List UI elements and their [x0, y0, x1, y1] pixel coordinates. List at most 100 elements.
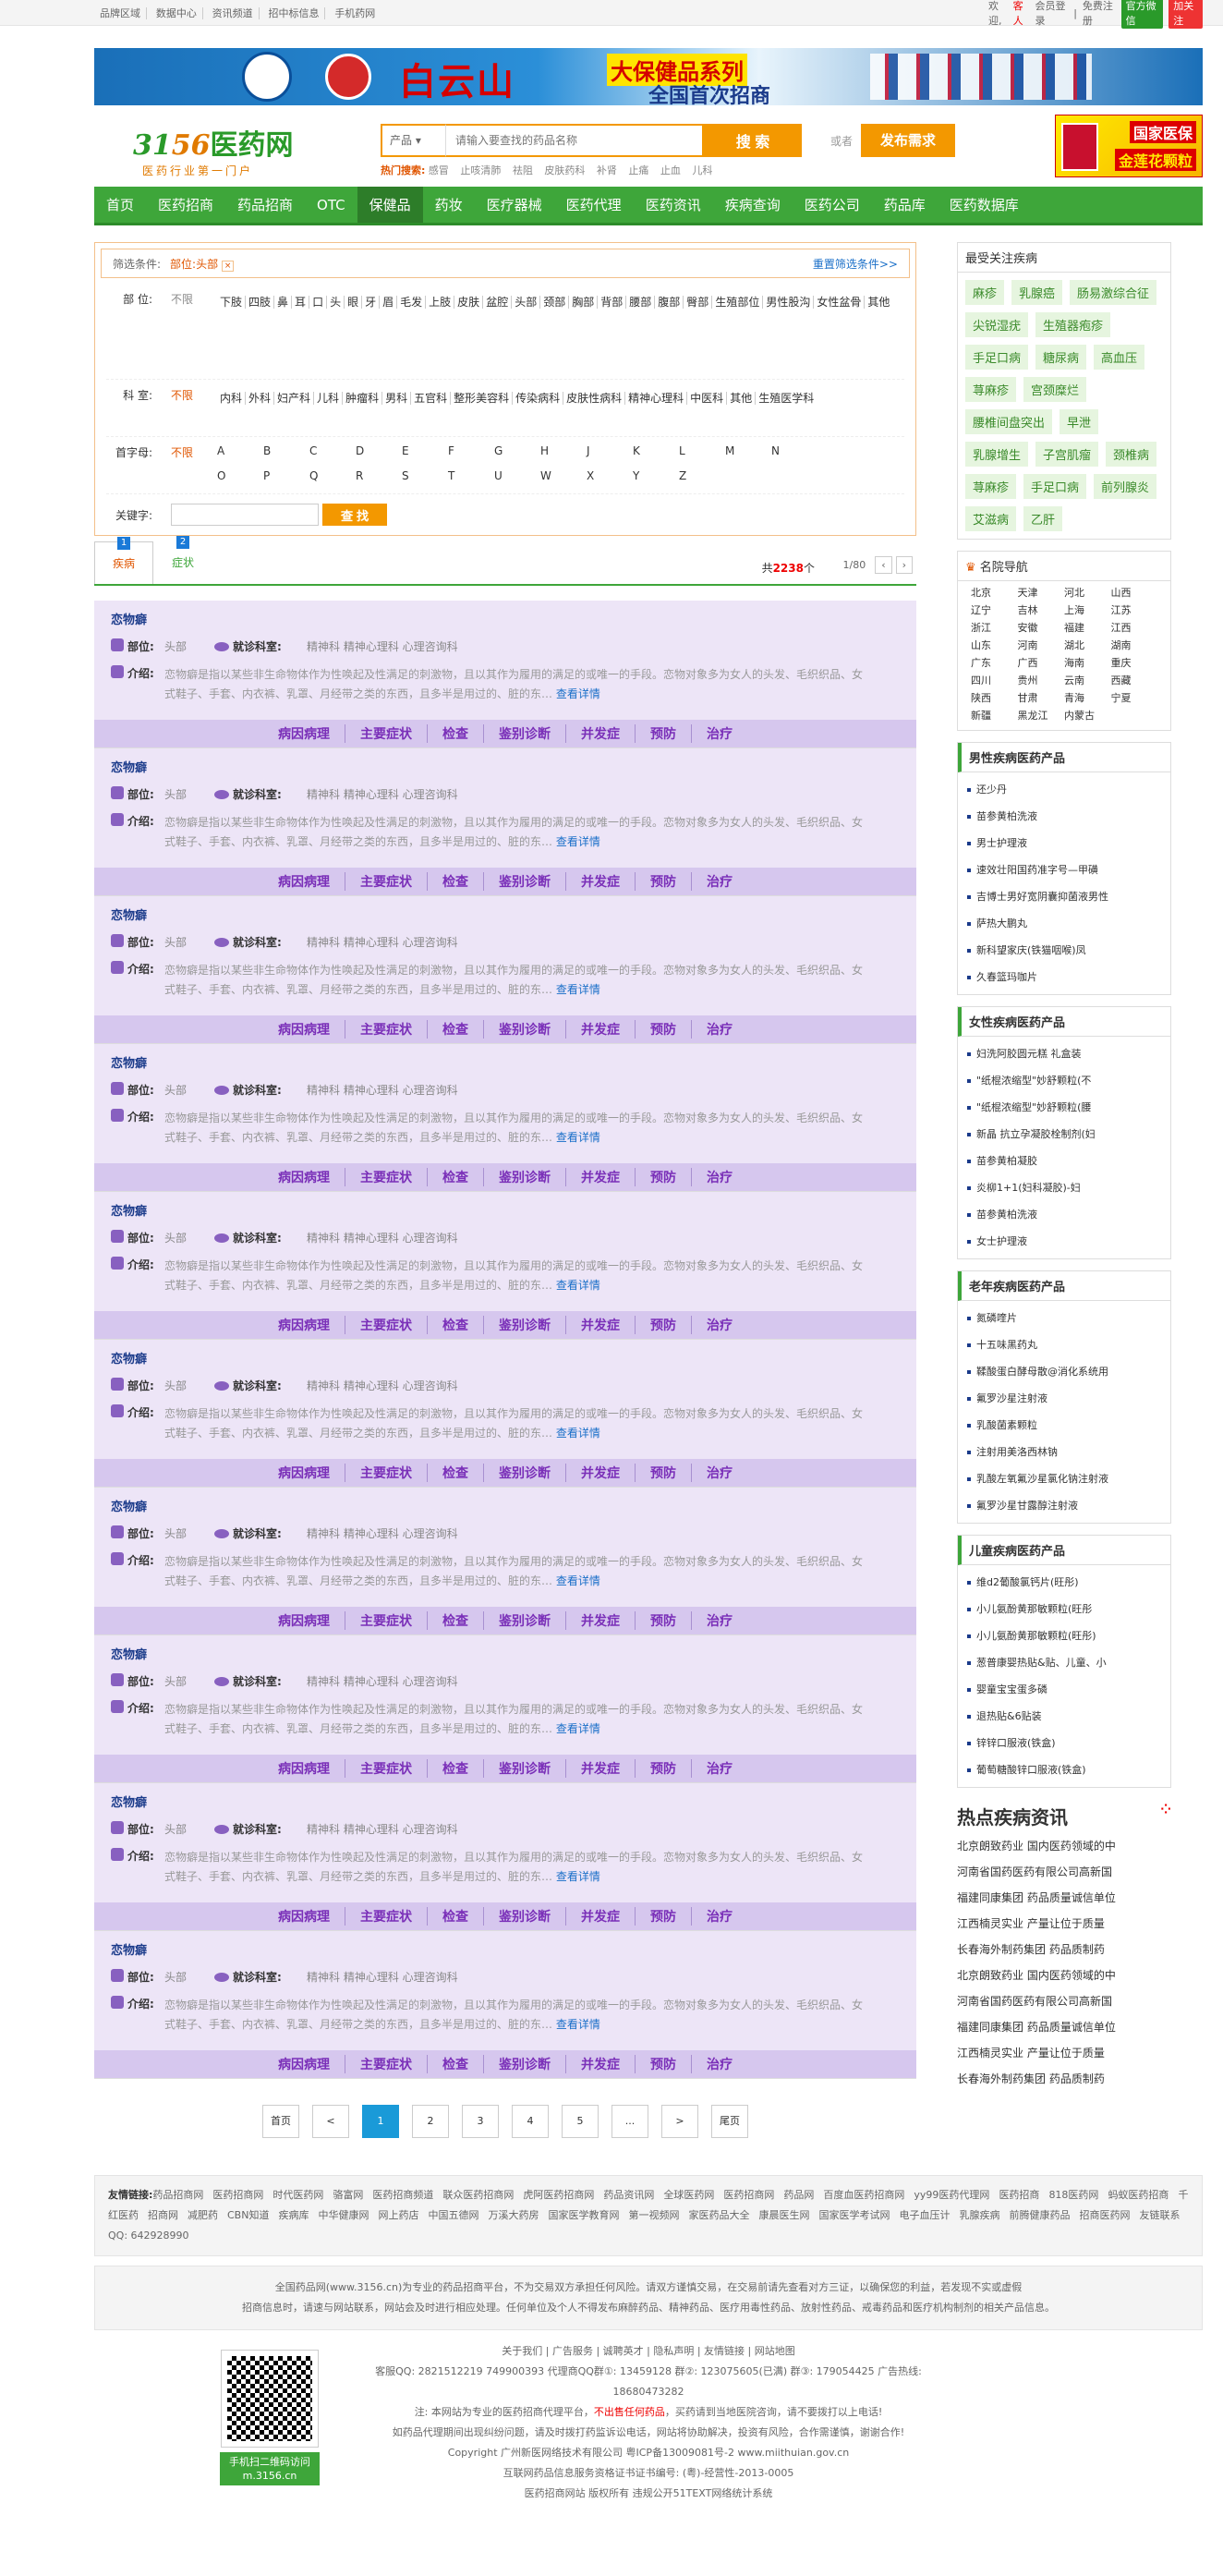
- section-link[interactable]: 病因病理: [263, 724, 345, 743]
- section-link[interactable]: 治疗: [692, 1907, 747, 1926]
- disease-name[interactable]: 恋物癖: [111, 1053, 900, 1071]
- product-link[interactable]: 氟罗沙星甘露醇注射液: [967, 1492, 1161, 1519]
- product-link[interactable]: 小儿氨酚黄那敏颗粒(旺彤: [967, 1596, 1161, 1622]
- prev-page-icon[interactable]: ‹: [875, 556, 892, 574]
- footer-links[interactable]: 关于我们 | 广告服务 | 诚聘英才 | 隐私声明 | 友情链接 | 网站地图: [371, 2341, 926, 2362]
- part-all-option[interactable]: 不限: [171, 291, 217, 371]
- section-link[interactable]: 治疗: [692, 1611, 747, 1630]
- disease-name[interactable]: 恋物癖: [111, 610, 900, 627]
- nav-item[interactable]: 保健品: [357, 187, 423, 223]
- section-link[interactable]: 病因病理: [263, 2055, 345, 2073]
- part-option[interactable]: 口: [309, 296, 328, 309]
- province-link[interactable]: 云南: [1064, 673, 1111, 687]
- section-link[interactable]: 预防: [636, 1020, 692, 1039]
- friend-link[interactable]: 乳腺疾病: [959, 2209, 999, 2221]
- focus-disease-tag[interactable]: 乳腺增生: [965, 442, 1029, 467]
- section-link[interactable]: 检查: [428, 1020, 484, 1039]
- dept-option[interactable]: 男科: [382, 392, 412, 405]
- section-link[interactable]: 鉴别诊断: [484, 1464, 566, 1482]
- part-option[interactable]: 毛发: [397, 296, 427, 309]
- section-link[interactable]: 检查: [428, 1168, 484, 1186]
- section-link[interactable]: 病因病理: [263, 1907, 345, 1926]
- dept-option[interactable]: 儿科: [314, 392, 344, 405]
- letter-option[interactable]: F: [448, 444, 494, 462]
- province-link[interactable]: 西藏: [1111, 673, 1158, 687]
- disease-name[interactable]: 恋物癖: [111, 905, 900, 923]
- product-link[interactable]: 注射用美洛西林钠: [967, 1439, 1161, 1465]
- disease-name[interactable]: 恋物癖: [111, 1940, 900, 1958]
- part-option[interactable]: 眉: [380, 296, 398, 309]
- focus-disease-tag[interactable]: 肠易激综合征: [1070, 280, 1157, 305]
- section-link[interactable]: 检查: [428, 1907, 484, 1926]
- top-link[interactable]: 手机药网: [329, 7, 381, 19]
- focus-disease-tag[interactable]: 前列腺炎: [1094, 474, 1157, 499]
- part-option[interactable]: 头: [327, 296, 345, 309]
- section-link[interactable]: 主要症状: [345, 1759, 428, 1778]
- part-option[interactable]: 男性股沟: [763, 296, 815, 309]
- next-page-icon[interactable]: ›: [895, 556, 913, 574]
- nav-item[interactable]: OTC: [305, 187, 357, 223]
- friend-link[interactable]: 百度血医药招商网: [823, 2189, 904, 2201]
- find-button[interactable]: 查 找: [322, 504, 387, 526]
- part-option[interactable]: 腰部: [626, 296, 656, 309]
- nav-item[interactable]: 药品库: [872, 187, 938, 223]
- letter-option[interactable]: Q: [309, 469, 356, 487]
- reset-filter-link[interactable]: 重置筛选条件>>: [813, 256, 898, 272]
- current-condition[interactable]: 部位:头部: [170, 258, 218, 271]
- disease-name[interactable]: 恋物癖: [111, 758, 900, 775]
- hot-search-link[interactable]: 儿科: [692, 164, 712, 176]
- section-link[interactable]: 治疗: [692, 1316, 747, 1334]
- part-option[interactable]: 女性盆骨: [814, 296, 866, 309]
- letter-option[interactable]: M: [725, 444, 771, 462]
- view-details-link[interactable]: 查看详情: [556, 1870, 600, 1883]
- province-link[interactable]: 辽宁: [971, 602, 1018, 617]
- focus-disease-tag[interactable]: 糖尿病: [1035, 345, 1087, 370]
- letter-option[interactable]: P: [263, 469, 309, 487]
- page-button[interactable]: ...: [612, 2105, 648, 2138]
- dept-option[interactable]: 五官科: [411, 392, 452, 405]
- province-link[interactable]: 内蒙古: [1064, 708, 1111, 723]
- dept-option[interactable]: 精神心理科: [625, 392, 688, 405]
- friend-link[interactable]: 中华健康网: [318, 2209, 369, 2221]
- side-ad[interactable]: 国家医保 金莲花颗粒: [1055, 115, 1203, 177]
- remove-condition-icon[interactable]: ×: [221, 260, 235, 272]
- product-link[interactable]: 妇洗阿胶圆元糕 礼盒装: [967, 1040, 1161, 1067]
- province-link[interactable]: 天津: [1018, 585, 1065, 600]
- product-link[interactable]: 苗参黄柏洗液: [967, 1201, 1161, 1228]
- product-link[interactable]: 乳酸左氧氟沙星氯化钠注射液: [967, 1465, 1161, 1492]
- section-link[interactable]: 鉴别诊断: [484, 2055, 566, 2073]
- product-link[interactable]: 氮磷喹片: [967, 1305, 1161, 1331]
- product-link[interactable]: 小儿氨酚黄那敏颗粒(旺彤): [967, 1622, 1161, 1649]
- product-link[interactable]: 退热贴&6贴装: [967, 1703, 1161, 1730]
- friend-link[interactable]: 国家医学教育网: [548, 2209, 619, 2221]
- dept-option[interactable]: 妇产科: [274, 392, 315, 405]
- section-link[interactable]: 病因病理: [263, 1611, 345, 1630]
- weibo-button[interactable]: 加关注: [1169, 0, 1203, 29]
- dept-all-option[interactable]: 不限: [171, 387, 217, 429]
- section-link[interactable]: 预防: [636, 1316, 692, 1334]
- friend-link[interactable]: 第一视频网: [628, 2209, 679, 2221]
- letter-option[interactable]: L: [679, 444, 725, 462]
- hot-search-link[interactable]: 止血: [660, 164, 681, 176]
- hot-search-link[interactable]: 感冒: [429, 164, 449, 176]
- nav-item[interactable]: 医药代理: [554, 187, 634, 223]
- view-details-link[interactable]: 查看详情: [556, 687, 600, 700]
- friend-link[interactable]: 前腾健康药品: [1009, 2209, 1070, 2221]
- province-link[interactable]: 河北: [1064, 585, 1111, 600]
- section-link[interactable]: 主要症状: [345, 1020, 428, 1039]
- section-link[interactable]: 检查: [428, 1316, 484, 1334]
- section-link[interactable]: 鉴别诊断: [484, 1316, 566, 1334]
- section-link[interactable]: 检查: [428, 2055, 484, 2073]
- section-link[interactable]: 鉴别诊断: [484, 1020, 566, 1039]
- disease-name[interactable]: 恋物癖: [111, 1497, 900, 1514]
- publish-demand-button[interactable]: 发布需求: [861, 124, 955, 157]
- hot-search-link[interactable]: 祛阻: [513, 164, 533, 176]
- page-button[interactable]: 2: [412, 2105, 449, 2138]
- tab-disease[interactable]: 1 疾病: [94, 537, 153, 584]
- product-link[interactable]: "纸棍浓缩型"妙舒颗粒(腰: [967, 1094, 1161, 1121]
- dept-option[interactable]: 外科: [246, 392, 275, 405]
- focus-disease-tag[interactable]: 手足口病: [1023, 474, 1087, 499]
- friend-link[interactable]: 药品招商网: [152, 2189, 203, 2201]
- friend-link[interactable]: yy99医药代理网: [914, 2189, 989, 2201]
- keyword-input[interactable]: [171, 504, 319, 526]
